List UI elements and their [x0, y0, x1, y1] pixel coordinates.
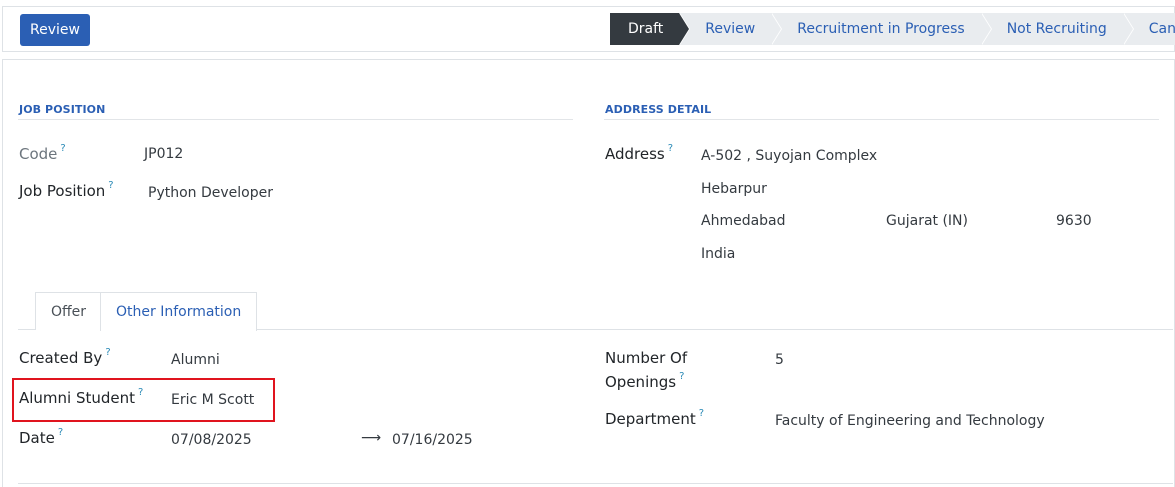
stage-not-recruiting[interactable]: Not Recruiting	[980, 13, 1134, 45]
alumni-student-label: Alumni Student?	[19, 387, 144, 407]
address-label: Address?	[605, 143, 674, 163]
job-position-label: Job Position?	[19, 180, 114, 200]
created-by-value[interactable]: Alumni	[171, 352, 220, 368]
address-state[interactable]: Gujarat (IN)	[886, 213, 968, 229]
help-icon[interactable]: ?	[108, 180, 113, 191]
help-icon[interactable]: ?	[699, 408, 704, 419]
address-street[interactable]: A-502 , Suyojan Complex	[701, 148, 877, 164]
openings-label-line1: Number Of	[605, 349, 688, 367]
stage-recruitment-in-progress[interactable]: Recruitment in Progress	[771, 13, 993, 45]
address-zip[interactable]: 9630	[1056, 213, 1092, 229]
help-icon[interactable]: ?	[60, 143, 65, 154]
address-street2[interactable]: Hebarpur	[701, 181, 767, 197]
tab-offer[interactable]: Offer	[35, 292, 103, 330]
job-position-value[interactable]: Python Developer	[148, 185, 273, 201]
help-icon[interactable]: ?	[138, 387, 143, 398]
created-by-label: Created By?	[19, 347, 111, 367]
review-button[interactable]: Review	[20, 14, 90, 46]
code-label: Code?	[19, 143, 66, 163]
help-icon[interactable]: ?	[58, 427, 63, 438]
job-position-divider	[18, 119, 573, 120]
openings-value[interactable]: 5	[775, 352, 784, 368]
job-position-section-title: JOB POSITION	[19, 103, 106, 116]
status-bar: Draft Review Recruitment in Progress Not…	[610, 13, 1175, 45]
control-panel: Review Draft Review Recruitment in Progr…	[2, 6, 1175, 52]
date-label: Date?	[19, 427, 64, 447]
department-label: Department?	[605, 408, 705, 428]
stage-review[interactable]: Review	[679, 13, 783, 45]
code-value[interactable]: JP012	[144, 146, 183, 162]
arrow-right-icon: ⟶	[361, 430, 382, 446]
help-icon[interactable]: ?	[679, 371, 684, 382]
stage-draft[interactable]: Draft	[610, 13, 691, 45]
bottom-divider	[18, 483, 1173, 484]
date-end-value[interactable]: 07/16/2025	[392, 432, 473, 448]
address-country[interactable]: India	[701, 246, 735, 262]
address-divider	[604, 119, 1159, 120]
alumni-student-value[interactable]: Eric M Scott	[171, 392, 254, 408]
tab-other-information[interactable]: Other Information	[100, 292, 258, 331]
help-icon[interactable]: ?	[105, 347, 110, 358]
department-value[interactable]: Faculty of Engineering and Technology	[775, 413, 1045, 429]
address-city[interactable]: Ahmedabad	[701, 213, 786, 229]
openings-label-line2: Openings?	[605, 371, 685, 391]
date-start-value[interactable]: 07/08/2025	[171, 432, 252, 448]
help-icon[interactable]: ?	[668, 143, 673, 154]
address-section-title: ADDRESS DETAIL	[605, 103, 712, 116]
